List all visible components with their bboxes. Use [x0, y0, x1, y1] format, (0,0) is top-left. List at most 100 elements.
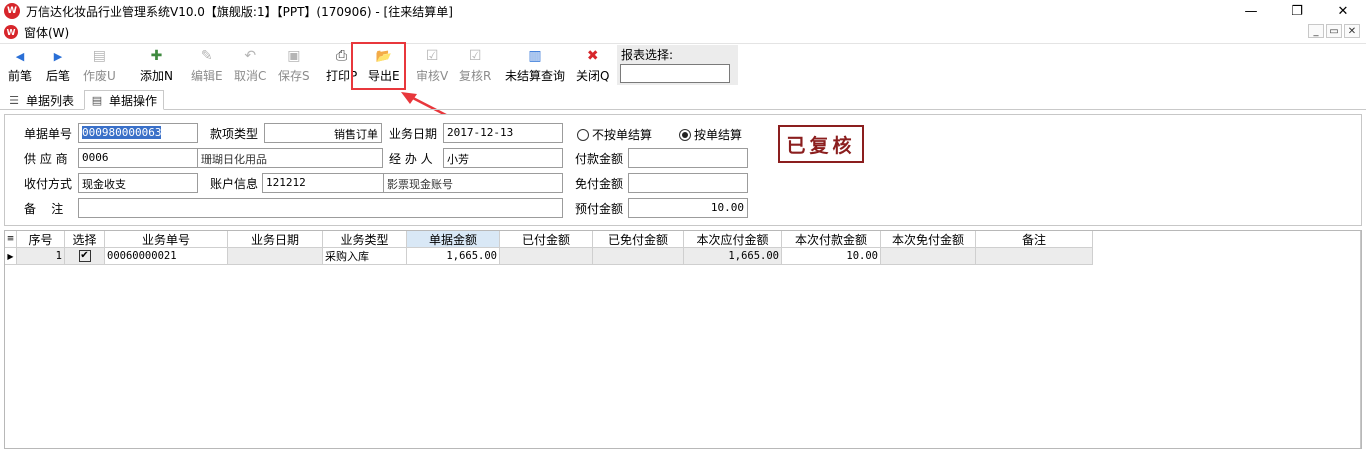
radio-no-doc-settle[interactable]: 不按单结算: [577, 126, 652, 143]
cell-free-now[interactable]: [881, 248, 976, 265]
radio-by-doc-label: 按单结算: [694, 128, 743, 142]
report-select-panel: 报表选择:: [617, 45, 738, 85]
cell-doc-amount[interactable]: 1,665.00: [407, 248, 500, 265]
void-button-label: 作废U: [83, 69, 116, 83]
review-button-label: 审核V: [416, 69, 449, 83]
review-button[interactable]: ☑ 审核V: [416, 47, 448, 87]
cancel-button[interactable]: ↶ 取消C: [234, 47, 266, 87]
handler-label: 经 办 人: [389, 152, 433, 166]
col-header-biz-date[interactable]: 业务日期: [228, 231, 323, 248]
window-controls: — ❐ ✕: [1228, 0, 1366, 22]
void-button[interactable]: ▤ 作废U: [83, 47, 116, 87]
approve-icon: ☑: [425, 48, 439, 64]
cell-pay-now[interactable]: 10.00: [782, 248, 881, 265]
printer-icon: ⎙: [336, 48, 348, 64]
item-type-label: 款项类型: [210, 127, 259, 141]
handler-field[interactable]: 小芳: [443, 148, 563, 168]
next-button-label: 后笔: [46, 69, 71, 83]
tab-document-operation[interactable]: ▤ 单据操作: [84, 90, 165, 110]
close-x-icon: ✖: [586, 48, 599, 64]
recheck-button[interactable]: ☑ 复核R: [459, 47, 491, 87]
pay-amount-field[interactable]: [628, 148, 748, 168]
account-label: 账户信息: [210, 177, 259, 191]
doc-no-label: 单据单号: [24, 127, 73, 141]
grid-header: ≡ 序号 选择 业务单号 业务日期 业务类型 单据金额 已付金额 已免付金额 本…: [5, 231, 1093, 248]
form-icon: ▤: [91, 93, 103, 107]
restore-icon[interactable]: ❐: [1274, 0, 1320, 22]
next-button[interactable]: ▶ 后笔: [46, 47, 70, 87]
tab-document-list-label: 单据列表: [26, 93, 75, 108]
pay-method-label: 收付方式: [24, 177, 73, 191]
tab-document-list[interactable]: ☰ 单据列表: [2, 90, 80, 110]
add-button-label: 添加N: [140, 69, 173, 83]
row-checkbox[interactable]: ✔: [78, 250, 91, 262]
mdi-minimize-icon[interactable]: _: [1308, 24, 1324, 38]
col-header-biz-no[interactable]: 业务单号: [105, 231, 228, 248]
col-header-select[interactable]: 选择: [65, 231, 105, 248]
col-header-seq[interactable]: 序号: [17, 231, 65, 248]
add-doc-icon: ✚: [150, 48, 163, 64]
document-form: 单据单号 000980000063 款项类型 销售订单 业务日期 2017-12…: [4, 114, 1362, 226]
supplier-name-field: 珊瑚日化用品: [197, 148, 383, 168]
doc-no-value: 000980000063: [82, 126, 162, 139]
radio-no-doc-circle: [577, 128, 589, 141]
tab-strip: ☰ 单据列表 ▤ 单据操作: [0, 89, 1366, 110]
cell-due-now[interactable]: 1,665.00: [684, 248, 782, 265]
arrow-left-icon: ◀: [15, 49, 25, 63]
current-row-marker-icon: ▶: [5, 248, 17, 265]
cell-select: ✔: [65, 248, 105, 265]
col-header-free-now[interactable]: 本次免付金额: [881, 231, 976, 248]
mdi-restore-icon[interactable]: ▭: [1326, 24, 1342, 38]
mdi-close-icon[interactable]: ✕: [1344, 24, 1360, 38]
close-button[interactable]: ✖ 关闭Q: [576, 47, 609, 87]
minimize-icon[interactable]: —: [1228, 0, 1274, 22]
unsettled-query-button-label: 未结算查询: [505, 69, 566, 83]
window-title-bar: W 万信达化妆品行业管理系统V10.0【旗舰版:1】【PPT】(170906) …: [0, 0, 1366, 22]
col-header-due-now[interactable]: 本次应付金额: [684, 231, 782, 248]
prev-button[interactable]: ◀ 前笔: [8, 47, 32, 87]
table-row[interactable]: ▶ 1 ✔ 00060000021 采购入库 1,665.00 1,665.00…: [5, 248, 1093, 265]
cell-biz-date[interactable]: [228, 248, 323, 265]
arrow-right-icon: ▶: [53, 49, 63, 63]
col-header-paid[interactable]: 已付金额: [500, 231, 593, 248]
col-header-remark[interactable]: 备注: [976, 231, 1093, 248]
remark-label: 备 注: [24, 202, 64, 216]
cell-remark[interactable]: [976, 248, 1093, 265]
supplier-label: 供 应 商: [24, 152, 68, 166]
supplier-code-field[interactable]: 0006: [78, 148, 198, 168]
biz-date-field[interactable]: 2017-12-13: [443, 123, 563, 143]
radio-by-doc-circle: [679, 128, 691, 141]
row-indicator-icon: ≡: [5, 231, 17, 248]
item-type-field[interactable]: 销售订单: [264, 123, 382, 143]
app-logo-icon: W: [4, 3, 20, 19]
free-amount-field[interactable]: [628, 173, 748, 193]
account-code-field[interactable]: 121212: [262, 173, 384, 193]
cancel-button-label: 取消C: [234, 69, 267, 83]
doc-no-field[interactable]: 000980000063: [78, 123, 198, 143]
report-select-label: 报表选择:: [621, 48, 674, 62]
undo-icon: ↶: [244, 48, 257, 64]
unsettled-query-button[interactable]: ▥ 未结算查询: [505, 47, 565, 87]
mdi-controls: _ ▭ ✕: [1308, 24, 1360, 38]
menu-window[interactable]: 窗体(W): [24, 24, 69, 41]
cell-biz-type[interactable]: 采购入库: [323, 248, 407, 265]
remark-field[interactable]: [78, 198, 563, 218]
cell-biz-no[interactable]: 00060000021: [105, 248, 228, 265]
report-select-input[interactable]: [620, 64, 730, 83]
col-header-pay-now[interactable]: 本次付款金额: [782, 231, 881, 248]
col-header-doc-amount[interactable]: 单据金额: [407, 231, 500, 248]
close-icon[interactable]: ✕: [1320, 0, 1366, 22]
pay-method-field[interactable]: 现金收支: [78, 173, 198, 193]
save-button[interactable]: ▣ 保存S: [278, 47, 310, 87]
export-highlight-box: [351, 42, 406, 90]
prepay-amount-field[interactable]: 10.00: [628, 198, 748, 218]
col-header-biz-type[interactable]: 业务类型: [323, 231, 407, 248]
add-button[interactable]: ✚ 添加N: [140, 47, 173, 87]
col-header-free-paid[interactable]: 已免付金额: [593, 231, 684, 248]
prev-button-label: 前笔: [8, 69, 33, 83]
cell-free-paid[interactable]: [593, 248, 684, 265]
edit-button[interactable]: ✎ 编辑E: [191, 47, 223, 87]
cell-paid[interactable]: [500, 248, 593, 265]
free-amount-label: 免付金额: [575, 177, 624, 191]
radio-by-doc-settle[interactable]: 按单结算: [679, 126, 742, 143]
